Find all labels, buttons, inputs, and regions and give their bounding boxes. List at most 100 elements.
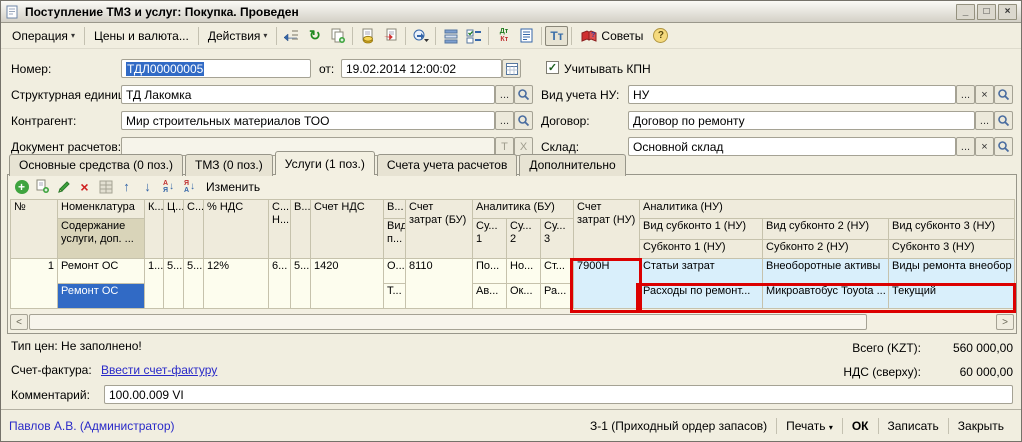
warehouse-clear-button[interactable]: × (975, 137, 994, 156)
ok-button[interactable]: ОК (843, 417, 878, 435)
counterparty-select-button[interactable]: ... (495, 111, 514, 130)
font-settings-button[interactable]: Тт (545, 26, 568, 46)
sort-asc-button[interactable]: АЯ↓ (158, 177, 179, 196)
set-flags-button[interactable] (462, 26, 485, 46)
cell-sum[interactable]: 5... (184, 259, 204, 309)
scrollbar-thumb[interactable] (29, 314, 867, 330)
warehouse-open-button[interactable] (994, 137, 1013, 156)
tab-services[interactable]: Услуги (1 поз.) (275, 151, 375, 175)
calendar-button[interactable] (502, 59, 521, 78)
document-report-button[interactable] (515, 26, 538, 46)
warehouse-input[interactable]: Основной склад (628, 137, 956, 156)
cell-nomenclature[interactable]: Ремонт ОС (58, 259, 145, 284)
tab-tmz[interactable]: ТМЗ (0 поз.) (185, 154, 273, 176)
copy-document-button[interactable] (326, 26, 349, 46)
cell-su1[interactable]: По... (473, 259, 507, 284)
cell-su2-l2[interactable]: Ок... (507, 284, 541, 309)
invoice-link[interactable]: Ввести счет-фактуру (101, 363, 217, 377)
close-button[interactable]: × (998, 4, 1017, 20)
contract-input[interactable]: Договор по ремонту (628, 111, 975, 130)
separator (541, 27, 542, 45)
delete-row-button[interactable]: × (74, 177, 95, 196)
sort-desc-button[interactable]: ЯА↓ (179, 177, 200, 196)
movements-list-button[interactable] (439, 26, 462, 46)
edit-menu-button[interactable]: Изменить (206, 180, 260, 194)
cell-num[interactable]: 1 (11, 259, 58, 309)
save-button[interactable]: Записать (879, 417, 948, 435)
number-input[interactable]: ТДЛ00000005 (121, 59, 311, 78)
maximize-button[interactable]: □ (977, 4, 996, 20)
cell-vat-account[interactable]: 1420 (311, 259, 384, 309)
cell-price[interactable]: 5... (164, 259, 184, 309)
dt-kt-button[interactable]: ДтКт (492, 26, 515, 46)
col-su3: Су... 3 (541, 219, 574, 259)
cell-v[interactable]: О... (384, 259, 406, 284)
kpn-label: Учитывать КПН (564, 62, 651, 76)
structural-unit-input[interactable]: ТД Лакомка (121, 85, 495, 104)
minimize-button[interactable]: _ (956, 4, 975, 20)
contract-label: Договор: (541, 114, 590, 128)
cell-vat-pct[interactable]: 12% (204, 259, 269, 309)
actions-button[interactable]: Действия▾ (202, 26, 274, 46)
warehouse-select-button[interactable]: ... (956, 137, 975, 156)
cell-vid-p[interactable]: Т... (384, 284, 406, 309)
cell-sub2[interactable]: Микроавтобус Toyota ... (763, 284, 889, 309)
contract-select-button[interactable]: ... (975, 111, 994, 130)
kpn-checkbox[interactable]: ✓ (546, 61, 559, 74)
print-button[interactable]: Печать ▾ (777, 417, 842, 435)
structural-unit-open-button[interactable] (514, 85, 533, 104)
cell-cost-bu[interactable]: 8110 (406, 259, 473, 309)
col-sub3: Субконто 3 (НУ) (889, 240, 1015, 259)
print-form-button[interactable]: З-1 (Приходный ордер запасов) (581, 417, 776, 435)
nu-type-clear-button[interactable]: × (975, 85, 994, 104)
help-icon[interactable]: ? (653, 28, 668, 43)
contract-open-button[interactable] (994, 111, 1013, 130)
cell-su3[interactable]: Ст... (541, 259, 574, 284)
counterparty-input[interactable]: Мир строительных материалов ТОО (121, 111, 495, 130)
tab-additional[interactable]: Дополнительно (519, 154, 625, 176)
cell-sub2-type[interactable]: Внеоборотные активы (763, 259, 889, 284)
reread-button[interactable] (280, 26, 303, 46)
cell-total[interactable]: 5... (291, 259, 311, 309)
go-to-button[interactable] (409, 26, 432, 46)
nu-type-select-button[interactable]: ... (956, 85, 975, 104)
nu-type-input[interactable]: НУ (628, 85, 956, 104)
close-form-button[interactable]: Закрыть (949, 417, 1013, 435)
nu-type-open-button[interactable] (994, 85, 1013, 104)
cell-sub1-type[interactable]: Статьи затрат (640, 259, 763, 284)
copy-row-button[interactable] (32, 177, 53, 196)
cell-vat-sum[interactable]: 6... (269, 259, 291, 309)
cell-sub1[interactable]: Расходы по ремонт... (640, 284, 763, 309)
scroll-right-button[interactable]: > (996, 314, 1014, 330)
move-up-button[interactable]: ↑ (116, 177, 137, 196)
refresh-button[interactable]: ↻ (303, 26, 326, 46)
unpost-document-button[interactable] (379, 26, 402, 46)
cell-su2[interactable]: Но... (507, 259, 541, 284)
prices-currency-button[interactable]: Цены и валюта... (88, 26, 195, 46)
col-su1: Су... 1 (473, 219, 507, 259)
edit-row-button[interactable] (53, 177, 74, 196)
move-down-button[interactable]: ↓ (137, 177, 158, 196)
end-edit-button[interactable] (95, 177, 116, 196)
col-sub1: Субконто 1 (НУ) (640, 240, 763, 259)
cell-su1-l2[interactable]: Ав... (473, 284, 507, 309)
structural-unit-select-button[interactable]: ... (495, 85, 514, 104)
col-nomenclature: Номенклатура (58, 200, 145, 219)
cell-su3-l2[interactable]: Ра... (541, 284, 574, 309)
cell-sub3[interactable]: Текущий (889, 284, 1015, 309)
post-document-button[interactable] (356, 26, 379, 46)
cell-qty[interactable]: 1... (145, 259, 164, 309)
operation-button[interactable]: Операция▾ (6, 26, 81, 46)
cell-content-selected[interactable]: Ремонт ОС (58, 284, 145, 309)
cell-sub3-type[interactable]: Виды ремонта внеобор (889, 259, 1015, 284)
date-input[interactable]: 19.02.2014 12:00:02 (341, 59, 502, 78)
add-row-button[interactable]: + (11, 177, 32, 196)
tab-settlement-accounts[interactable]: Счета учета расчетов (377, 154, 517, 176)
cell-cost-nu[interactable]: 7900Н (574, 259, 640, 309)
scroll-left-button[interactable]: < (10, 314, 28, 330)
tips-button[interactable]: ?Советы (575, 26, 649, 46)
tab-fixed-assets[interactable]: Основные средства (0 поз.) (9, 154, 183, 176)
counterparty-open-button[interactable] (514, 111, 533, 130)
comment-input[interactable]: 100.00.009 VI (104, 385, 1013, 404)
magnifier-icon (517, 114, 530, 127)
